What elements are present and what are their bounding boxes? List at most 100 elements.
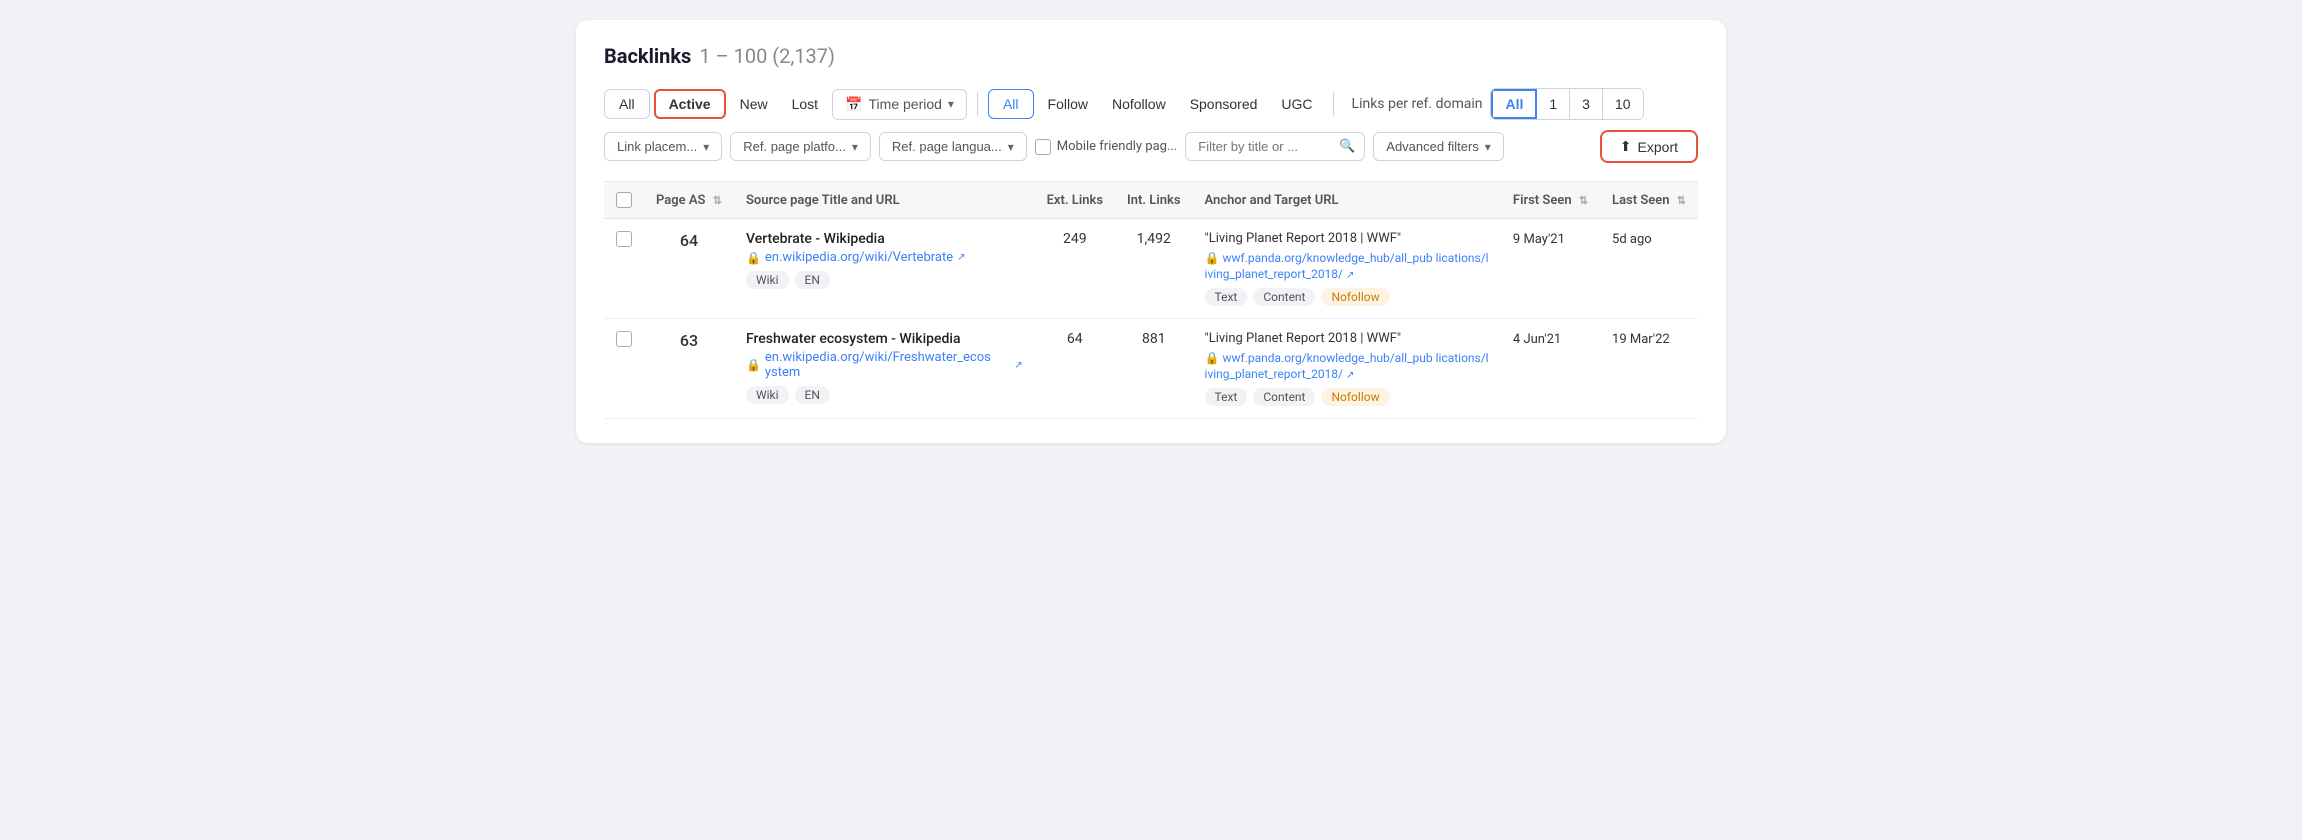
row2-ext-links: 64 xyxy=(1035,319,1115,419)
status-filter-all[interactable]: All xyxy=(604,89,650,119)
tag-text: Text xyxy=(1205,288,1248,306)
last-seen-sort-icon: ⇅ xyxy=(1677,194,1686,207)
row1-anchor-url[interactable]: 🔒 wwf.panda.org/knowledge_hub/all_pub li… xyxy=(1205,251,1489,281)
row2-checkbox-cell xyxy=(604,319,644,419)
mobile-friendly-checkbox[interactable] xyxy=(1035,139,1051,155)
tag-wiki2: Wiki xyxy=(746,386,789,404)
row2-anchor: "Living Planet Report 2018 | WWF" 🔒 wwf.… xyxy=(1193,319,1501,419)
external-link-icon: ↗ xyxy=(957,252,965,263)
tag-nofollow2: Nofollow xyxy=(1321,388,1389,406)
first-seen-sort-icon: ⇅ xyxy=(1579,194,1588,207)
row1-checkbox[interactable] xyxy=(616,231,632,247)
adv-filters-chevron-icon: ▾ xyxy=(1485,140,1491,154)
row1-anchor-tags: Text Content Nofollow xyxy=(1205,288,1489,306)
anchor-ext-icon2: ↗ xyxy=(1346,370,1354,381)
row1-source-title: Vertebrate - Wikipedia xyxy=(746,231,1023,247)
status-filter-active[interactable]: Active xyxy=(654,89,726,119)
row1-anchor: "Living Planet Report 2018 | WWF" 🔒 wwf.… xyxy=(1193,219,1501,319)
row1-int-links: 1,492 xyxy=(1115,219,1193,319)
lprd-buttons: All 1 3 10 xyxy=(1490,88,1643,120)
chevron-down-icon: ▾ xyxy=(948,97,954,111)
status-filter-lost[interactable]: Lost xyxy=(782,90,828,118)
th-checkbox xyxy=(604,182,644,219)
link-type-ugc[interactable]: UGC xyxy=(1271,90,1322,118)
link-type-sponsored[interactable]: Sponsored xyxy=(1180,90,1268,118)
advanced-filters-button[interactable]: Advanced filters ▾ xyxy=(1373,132,1504,161)
row2-tags: Wiki EN xyxy=(746,386,1023,404)
lprd-btn-1[interactable]: 1 xyxy=(1537,89,1570,119)
mobile-friendly-checkbox-label[interactable]: Mobile friendly pag... xyxy=(1035,139,1178,155)
row1-last-seen: 5d ago xyxy=(1600,219,1698,319)
export-button[interactable]: ⬆ Export xyxy=(1600,130,1698,163)
anchor-lock-icon: 🔒 xyxy=(1205,251,1220,265)
lprd-btn-all[interactable]: All xyxy=(1491,89,1537,119)
ref-page-platform-dropdown[interactable]: Ref. page platfo... ▾ xyxy=(730,132,871,161)
th-ext-links: Ext. Links xyxy=(1035,182,1115,219)
row2-int-links: 881 xyxy=(1115,319,1193,419)
search-icon: 🔍 xyxy=(1339,139,1355,154)
lock-icon2: 🔒 xyxy=(746,358,761,372)
row1-source: Vertebrate - Wikipedia 🔒 en.wikipedia.or… xyxy=(734,219,1035,319)
row2-anchor-tags: Text Content Nofollow xyxy=(1205,388,1489,406)
row2-page-as: 63 xyxy=(644,319,734,419)
link-placement-chevron-icon: ▾ xyxy=(703,140,709,154)
tag-en2: EN xyxy=(795,386,830,404)
anchor-lock-icon2: 🔒 xyxy=(1205,351,1220,365)
tag-wiki: Wiki xyxy=(746,271,789,289)
row1-ext-links: 249 xyxy=(1035,219,1115,319)
page-title: Backlinks xyxy=(604,44,691,68)
tag-text2: Text xyxy=(1205,388,1248,406)
export-icon: ⬆ xyxy=(1620,138,1632,155)
status-filter-new[interactable]: New xyxy=(730,90,778,118)
th-page-as[interactable]: Page AS ⇅ xyxy=(644,182,734,219)
row1-tags: Wiki EN xyxy=(746,271,1023,289)
table-wrap: Page AS ⇅ Source page Title and URL Ext.… xyxy=(604,181,1698,419)
filters-row1: All Active New Lost 📅 Time period ▾ All … xyxy=(604,88,1698,120)
divider2 xyxy=(1333,92,1334,116)
ref-language-chevron-icon: ▾ xyxy=(1008,140,1014,154)
lprd-btn-3[interactable]: 3 xyxy=(1570,89,1603,119)
select-all-checkbox[interactable] xyxy=(616,192,632,208)
tag-en: EN xyxy=(795,271,830,289)
row2-source-title: Freshwater ecosystem - Wikipedia xyxy=(746,331,1023,347)
lprd-group: Links per ref. domain All 1 3 10 xyxy=(1352,88,1644,120)
page-as-sort-icon: ⇅ xyxy=(713,194,722,207)
link-type-follow[interactable]: Follow xyxy=(1038,90,1098,118)
row2-first-seen: 4 Jun'21 xyxy=(1501,319,1600,419)
table-header-row: Page AS ⇅ Source page Title and URL Ext.… xyxy=(604,182,1698,219)
filter-title-input-wrap: 🔍 xyxy=(1185,132,1365,161)
row2-anchor-url[interactable]: 🔒 wwf.panda.org/knowledge_hub/all_pub li… xyxy=(1205,351,1489,381)
row2-last-seen: 19 Mar'22 xyxy=(1600,319,1698,419)
tag-nofollow: Nofollow xyxy=(1321,288,1389,306)
link-type-nofollow[interactable]: Nofollow xyxy=(1102,90,1176,118)
header-row: Backlinks 1 – 100 (2,137) xyxy=(604,44,1698,68)
th-int-links: Int. Links xyxy=(1115,182,1193,219)
link-placement-dropdown[interactable]: Link placem... ▾ xyxy=(604,132,722,161)
row1-page-as: 64 xyxy=(644,219,734,319)
th-source-title-url: Source page Title and URL xyxy=(734,182,1035,219)
calendar-icon: 📅 xyxy=(845,96,862,113)
table-row: 64 Vertebrate - Wikipedia 🔒 en.wikipedia… xyxy=(604,219,1698,319)
row2-source: Freshwater ecosystem - Wikipedia 🔒 en.wi… xyxy=(734,319,1035,419)
ref-page-language-dropdown[interactable]: Ref. page langua... ▾ xyxy=(879,132,1027,161)
row1-source-url[interactable]: 🔒 en.wikipedia.org/wiki/Vertebrate ↗ xyxy=(746,250,1023,265)
lprd-btn-10[interactable]: 10 xyxy=(1603,89,1643,119)
tag-content: Content xyxy=(1253,288,1315,306)
count-range: 1 – 100 (2,137) xyxy=(699,44,835,68)
th-anchor-target: Anchor and Target URL xyxy=(1193,182,1501,219)
row2-checkbox[interactable] xyxy=(616,331,632,347)
time-period-button[interactable]: 📅 Time period ▾ xyxy=(832,89,967,120)
external-link-icon2: ↗ xyxy=(1014,360,1022,371)
main-card: Backlinks 1 – 100 (2,137) All Active New… xyxy=(576,20,1726,443)
anchor-ext-icon: ↗ xyxy=(1346,270,1354,281)
th-last-seen[interactable]: Last Seen ⇅ xyxy=(1600,182,1698,219)
row1-first-seen: 9 May'21 xyxy=(1501,219,1600,319)
row2-source-url[interactable]: 🔒 en.wikipedia.org/wiki/Freshwater_ecos … xyxy=(746,350,1023,380)
link-type-all[interactable]: All xyxy=(988,89,1034,119)
row1-checkbox-cell xyxy=(604,219,644,319)
backlinks-table: Page AS ⇅ Source page Title and URL Ext.… xyxy=(604,182,1698,419)
lock-icon: 🔒 xyxy=(746,251,761,265)
th-first-seen[interactable]: First Seen ⇅ xyxy=(1501,182,1600,219)
filters-row2: Link placem... ▾ Ref. page platfo... ▾ R… xyxy=(604,130,1698,163)
divider xyxy=(977,92,978,116)
